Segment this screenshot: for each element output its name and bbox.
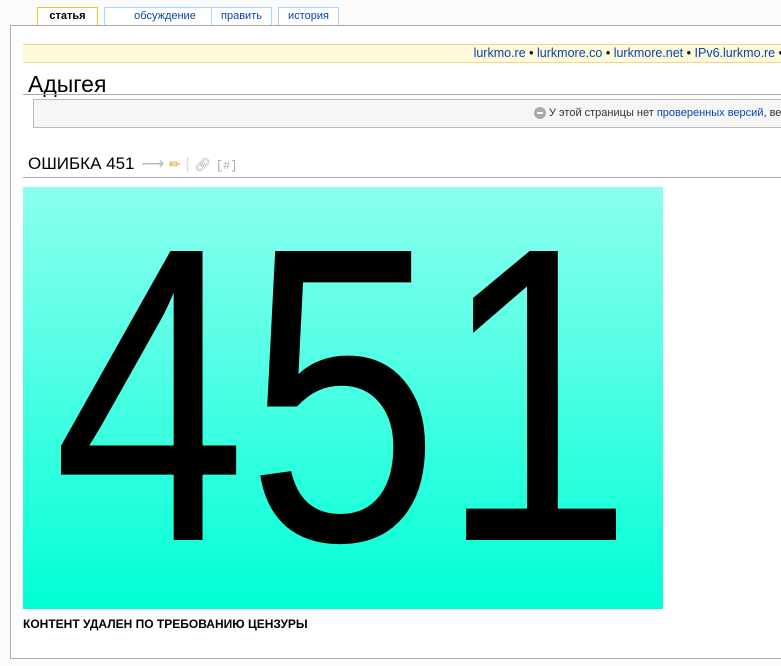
mirror-link-lurkmore-co[interactable]: lurkmore.co xyxy=(537,46,602,60)
mirror-separator: • xyxy=(605,46,611,60)
tab-discussion[interactable]: обсуждение xyxy=(104,7,226,25)
section-header: ОШИБКА 451 ⟶ ✏ | 🔗︎ [#] xyxy=(28,153,237,177)
edit-pencil-icon[interactable]: ✏ xyxy=(169,156,181,172)
error-451-number: 451 xyxy=(53,187,633,609)
mirror-links-bar: lurkmo.re • lurkmore.co • lurkmore.net •… xyxy=(23,44,781,63)
error-451-image: 451 xyxy=(23,187,663,609)
mirror-separator: • xyxy=(686,46,692,60)
mirror-link-lurkmo-re[interactable]: lurkmo.re xyxy=(474,46,526,60)
section-heading: ОШИБКА 451 xyxy=(28,154,135,173)
section-separator: | xyxy=(185,154,190,173)
censorship-caption: КОНТЕНТ УДАЛЕН ПО ТРЕБОВАНИЮ ЦЕНЗУРЫ xyxy=(23,617,308,631)
tab-history[interactable]: история xyxy=(278,7,339,25)
flagged-text: У этой страницы нет xyxy=(549,107,654,119)
mirror-link-ipv6[interactable]: IPv6.lurkmo.re xyxy=(695,46,776,60)
unreviewed-icon xyxy=(534,107,546,120)
tab-article[interactable]: статья xyxy=(37,7,98,26)
reviewed-versions-link[interactable]: проверенных версий xyxy=(657,107,764,119)
section-divider xyxy=(23,177,781,178)
mirror-separator: • xyxy=(529,46,534,60)
link-icon[interactable]: 🔗︎ xyxy=(195,157,212,172)
title-divider xyxy=(23,94,781,95)
mirror-link-lurkmore-net[interactable]: lurkmore.net xyxy=(614,46,683,60)
arrow-right-icon: ⟶ xyxy=(141,156,165,173)
flagged-revisions-notice: У этой страницы нет проверенных версий, … xyxy=(33,99,781,128)
error-451-graphic: 451 xyxy=(53,187,633,609)
tab-edit[interactable]: править xyxy=(211,7,272,25)
flagged-text-tail: , вер xyxy=(763,107,781,119)
content-area: lurkmo.re • lurkmore.co • lurkmore.net •… xyxy=(10,25,781,659)
section-anchor-link[interactable]: [#] xyxy=(216,159,238,173)
